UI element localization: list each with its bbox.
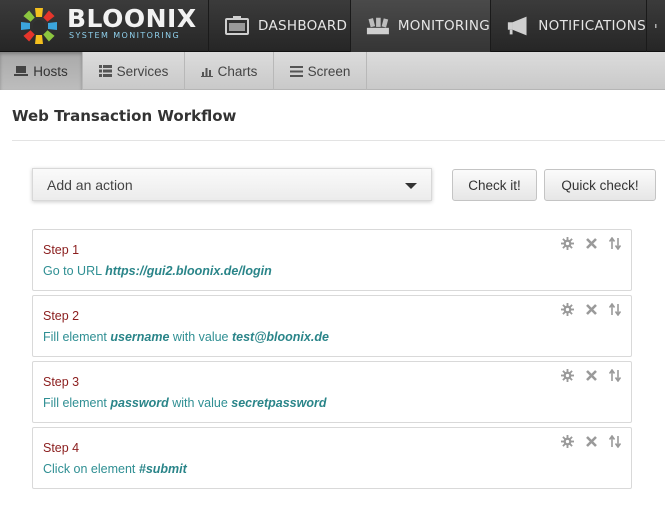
- tab-services-label: Services: [116, 63, 169, 79]
- step-parameter-value: secretpassword: [231, 396, 327, 410]
- list-icon: [98, 65, 112, 77]
- tab-screen[interactable]: Screen: [274, 52, 367, 90]
- nav-monitoring-label: MONITORING: [397, 18, 490, 34]
- step-text: Fill element: [43, 396, 111, 410]
- chevron-down-icon: [405, 183, 417, 189]
- megaphone-icon: [507, 16, 527, 36]
- step-parameter-value: #submit: [138, 462, 187, 476]
- dashboard-icon: [225, 16, 249, 35]
- step-description: Fill element username with value test@bl…: [43, 330, 329, 344]
- monitoring-icon: [366, 17, 389, 35]
- nav-monitoring[interactable]: MONITORING: [350, 0, 490, 52]
- step-text: Click on element: [43, 462, 139, 476]
- step-title: Step 2: [43, 309, 80, 323]
- laptop-icon: [14, 66, 29, 76]
- step-toolbar: [559, 367, 623, 383]
- screen-icon: [289, 65, 303, 77]
- step-toolbar: [559, 235, 623, 251]
- workflow-step-card: Step 1 Go to URL https://gui2.bloonix.de/…: [32, 229, 632, 291]
- workflow-step-card: Step 3 Fill element password with value s…: [32, 361, 632, 423]
- bar-chart-icon: [200, 68, 213, 77]
- step-description: Fill element password with value secretp…: [43, 396, 326, 410]
- close-icon[interactable]: [583, 235, 599, 251]
- nav-dashboard-label: DASHBOARD: [258, 18, 348, 34]
- more-icon: [655, 24, 657, 28]
- sort-icon[interactable]: [607, 367, 623, 383]
- tab-charts-label: Charts: [217, 63, 258, 79]
- step-title: Step 1: [43, 243, 80, 257]
- brand-name: BLOONIX: [67, 4, 197, 33]
- step-toolbar: [559, 301, 623, 317]
- step-parameter-value: password: [110, 396, 169, 410]
- step-parameter-value: https://gui2.bloonix.de/login: [105, 264, 272, 278]
- top-navigation-bar: BLOONIX SYSTEM MONITORING DASHBOARD MONI…: [0, 0, 665, 52]
- step-parameter-value: username: [110, 330, 170, 344]
- step-text: with value: [168, 396, 232, 410]
- title-divider: [12, 140, 665, 141]
- step-description: Go to URL https://gui2.bloonix.de/login: [43, 264, 272, 278]
- step-parameter-value: test@bloonix.de: [231, 330, 329, 344]
- step-toolbar: [559, 433, 623, 449]
- sort-icon[interactable]: [607, 433, 623, 449]
- tab-services[interactable]: Services: [83, 52, 185, 90]
- bloonix-logo-icon: [21, 8, 57, 44]
- step-text: Fill element: [43, 330, 111, 344]
- gear-icon[interactable]: [559, 433, 575, 449]
- brand-logo[interactable]: BLOONIX SYSTEM MONITORING: [0, 0, 207, 52]
- nav-dashboard[interactable]: DASHBOARD: [208, 0, 350, 52]
- sub-navigation-bar: Hosts Services Charts Screen: [0, 52, 665, 90]
- close-icon[interactable]: [583, 433, 599, 449]
- sort-icon[interactable]: [607, 301, 623, 317]
- step-title: Step 4: [43, 441, 80, 455]
- tab-hosts[interactable]: Hosts: [0, 52, 83, 90]
- close-icon[interactable]: [583, 367, 599, 383]
- step-text: with value: [169, 330, 232, 344]
- workflow-step-card: Step 2 Fill element username with value t…: [32, 295, 632, 357]
- tab-screen-label: Screen: [307, 63, 351, 79]
- add-action-select[interactable]: Add an action: [32, 168, 432, 201]
- tab-hosts-label: Hosts: [33, 63, 68, 79]
- check-it-button[interactable]: Check it!: [452, 169, 537, 201]
- close-icon[interactable]: [583, 301, 599, 317]
- quick-check-button[interactable]: Quick check!: [544, 169, 656, 201]
- gear-icon[interactable]: [559, 235, 575, 251]
- workflow-step-card: Step 4 Click on element #submit: [32, 427, 632, 489]
- sort-icon[interactable]: [607, 235, 623, 251]
- tab-charts[interactable]: Charts: [185, 52, 274, 90]
- brand-tagline: SYSTEM MONITORING: [69, 31, 181, 40]
- add-action-select-value: Add an action: [47, 176, 133, 193]
- step-text: Go to URL: [43, 264, 106, 278]
- step-description: Click on element #submit: [43, 462, 187, 476]
- nav-notifications-label: NOTIFICATIONS: [538, 18, 646, 34]
- page-title: Web Transaction Workflow: [12, 107, 237, 125]
- gear-icon[interactable]: [559, 367, 575, 383]
- nav-notifications[interactable]: NOTIFICATIONS: [490, 0, 646, 52]
- nav-more[interactable]: [646, 0, 665, 52]
- step-title: Step 3: [43, 375, 80, 389]
- gear-icon[interactable]: [559, 301, 575, 317]
